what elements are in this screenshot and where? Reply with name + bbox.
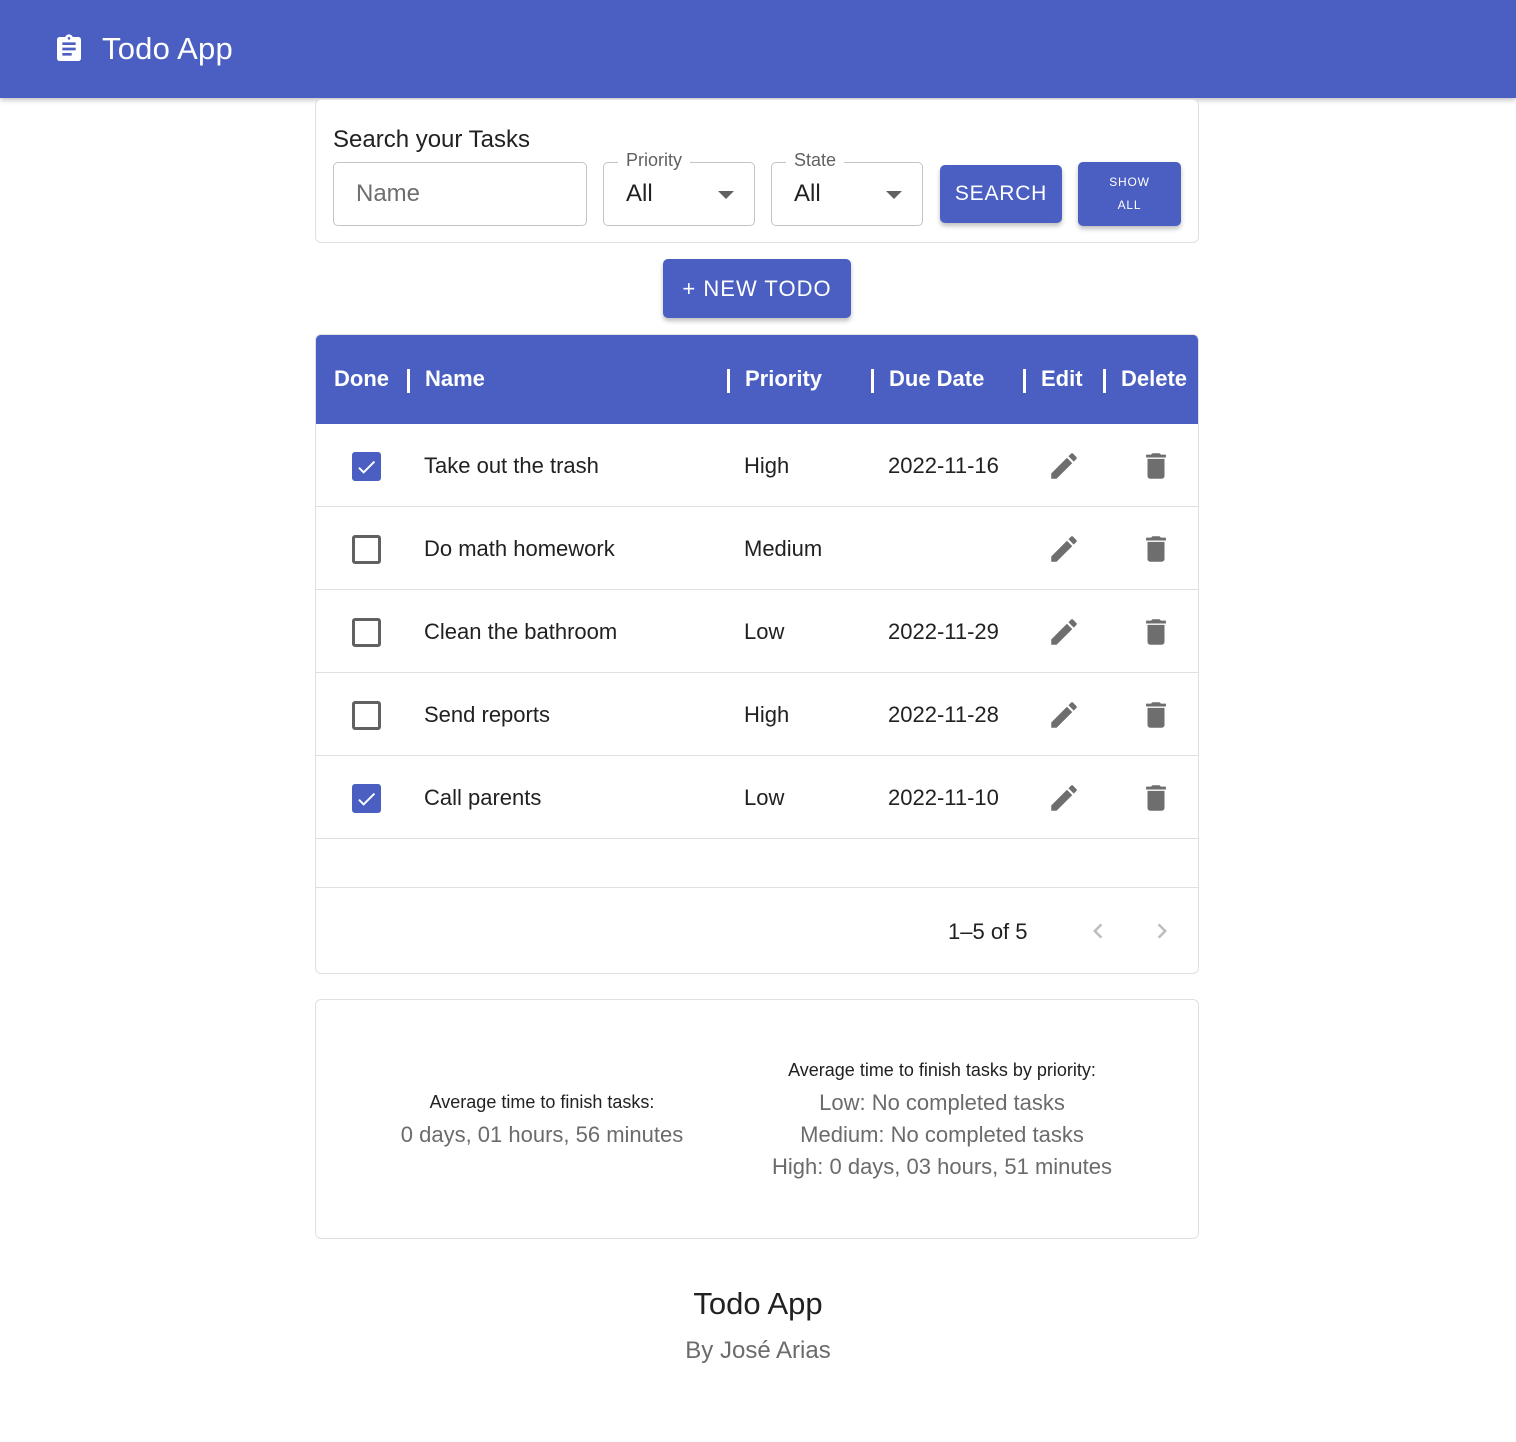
done-checkbox[interactable]	[352, 535, 381, 564]
show-all-label-line1: SHOW	[1109, 175, 1150, 189]
checkmark-icon	[358, 792, 376, 806]
priority-select[interactable]: Priority All	[603, 150, 755, 226]
priority-select-label: Priority	[618, 150, 691, 171]
edit-pencil-icon[interactable]	[1047, 615, 1081, 649]
delete-trash-icon[interactable]	[1139, 698, 1173, 732]
average-medium-value: Medium: No completed tasks	[800, 1122, 1084, 1147]
edit-pencil-icon[interactable]	[1047, 449, 1081, 483]
app-title: Todo App	[102, 31, 233, 66]
column-header-done[interactable]: Done	[334, 366, 389, 392]
delete-trash-icon[interactable]	[1139, 449, 1173, 483]
task-due-date: 2022-11-10	[888, 785, 999, 810]
table-row: Call parents Low 2022-11-10	[316, 756, 1198, 839]
average-time-value: 0 days, 01 hours, 56 minutes	[400, 1122, 684, 1147]
column-header-delete[interactable]: Delete	[1121, 366, 1187, 392]
task-priority: High	[744, 453, 790, 478]
task-priority: Low	[744, 785, 785, 810]
table-row: Send reports High 2022-11-28	[316, 673, 1198, 756]
task-name: Call parents	[424, 785, 542, 810]
task-priority: High	[744, 702, 790, 727]
column-separator	[1103, 369, 1106, 393]
done-checkbox[interactable]	[352, 784, 381, 813]
name-search-input[interactable]	[333, 162, 587, 226]
table-row: Do math homework Medium	[316, 507, 1198, 590]
task-due-date: 2022-11-28	[888, 702, 999, 727]
search-heading: Search your Tasks	[333, 126, 530, 153]
delete-trash-icon[interactable]	[1139, 615, 1173, 649]
column-header-priority[interactable]: Priority	[745, 366, 822, 392]
task-due-date: 2022-11-29	[888, 619, 999, 644]
done-checkbox[interactable]	[352, 701, 381, 730]
footer-title: Todo App	[693, 1286, 823, 1321]
average-high-value: High: 0 days, 03 hours, 51 minutes	[772, 1154, 1112, 1179]
search-panel: Search your Tasks Priority All State All…	[315, 99, 1199, 243]
average-low-value: Low: No completed tasks	[819, 1090, 1065, 1115]
state-select-label: State	[786, 150, 845, 171]
edit-pencil-icon[interactable]	[1047, 781, 1081, 815]
task-name: Do math homework	[424, 536, 615, 561]
state-select-value: All	[794, 180, 821, 207]
table-row: Clean the bathroom Low 2022-11-29	[316, 590, 1198, 673]
table-row: Take out the trash High 2022-11-16	[316, 424, 1198, 507]
stats-panel: Average time to finish tasks: 0 days, 01…	[315, 999, 1199, 1239]
task-name: Take out the trash	[424, 453, 599, 478]
state-select[interactable]: State All	[771, 150, 923, 226]
footer-author: By José Arias	[685, 1337, 831, 1364]
dropdown-arrow-icon	[886, 191, 902, 199]
pagination-count: 1–5 of 5	[948, 919, 1028, 944]
task-priority: Medium	[744, 536, 823, 561]
delete-trash-icon[interactable]	[1139, 532, 1173, 566]
column-header-name[interactable]: Name	[425, 366, 485, 392]
priority-select-value: All	[626, 180, 653, 207]
show-all-button[interactable]: SHOW ALL	[1078, 162, 1181, 226]
delete-trash-icon[interactable]	[1139, 781, 1173, 815]
done-checkbox[interactable]	[352, 618, 381, 647]
column-separator	[1023, 369, 1026, 393]
task-due-date: 2022-11-16	[888, 453, 999, 478]
previous-page-chevron-icon[interactable]	[1082, 915, 1114, 947]
next-page-chevron-icon[interactable]	[1146, 915, 1178, 947]
done-checkbox[interactable]	[352, 452, 381, 481]
checkmark-icon	[358, 460, 376, 474]
app-bar: Todo App	[0, 0, 1516, 98]
search-button[interactable]: SEARCH	[940, 165, 1062, 223]
column-separator	[407, 369, 410, 393]
new-todo-button[interactable]: + NEW TODO	[663, 259, 851, 318]
average-by-priority-label: Average time to finish tasks by priority…	[788, 1060, 1096, 1080]
column-header-due-date[interactable]: Due Date	[889, 366, 984, 392]
column-separator	[871, 369, 874, 393]
todo-table: Done Name Priority Due Date Edit Delete …	[315, 334, 1199, 974]
edit-pencil-icon[interactable]	[1047, 698, 1081, 732]
show-all-label-line2: ALL	[1117, 198, 1142, 212]
clipboard-icon	[52, 32, 86, 66]
task-name: Clean the bathroom	[424, 619, 618, 644]
table-header: Done Name Priority Due Date Edit Delete	[316, 335, 1198, 424]
column-header-edit[interactable]: Edit	[1041, 366, 1083, 392]
task-priority: Low	[744, 619, 785, 644]
task-name: Send reports	[424, 702, 550, 727]
empty-row-spacer	[316, 841, 1198, 888]
edit-pencil-icon[interactable]	[1047, 532, 1081, 566]
column-separator	[727, 369, 730, 393]
dropdown-arrow-icon	[718, 191, 734, 199]
average-time-label: Average time to finish tasks:	[429, 1092, 655, 1112]
